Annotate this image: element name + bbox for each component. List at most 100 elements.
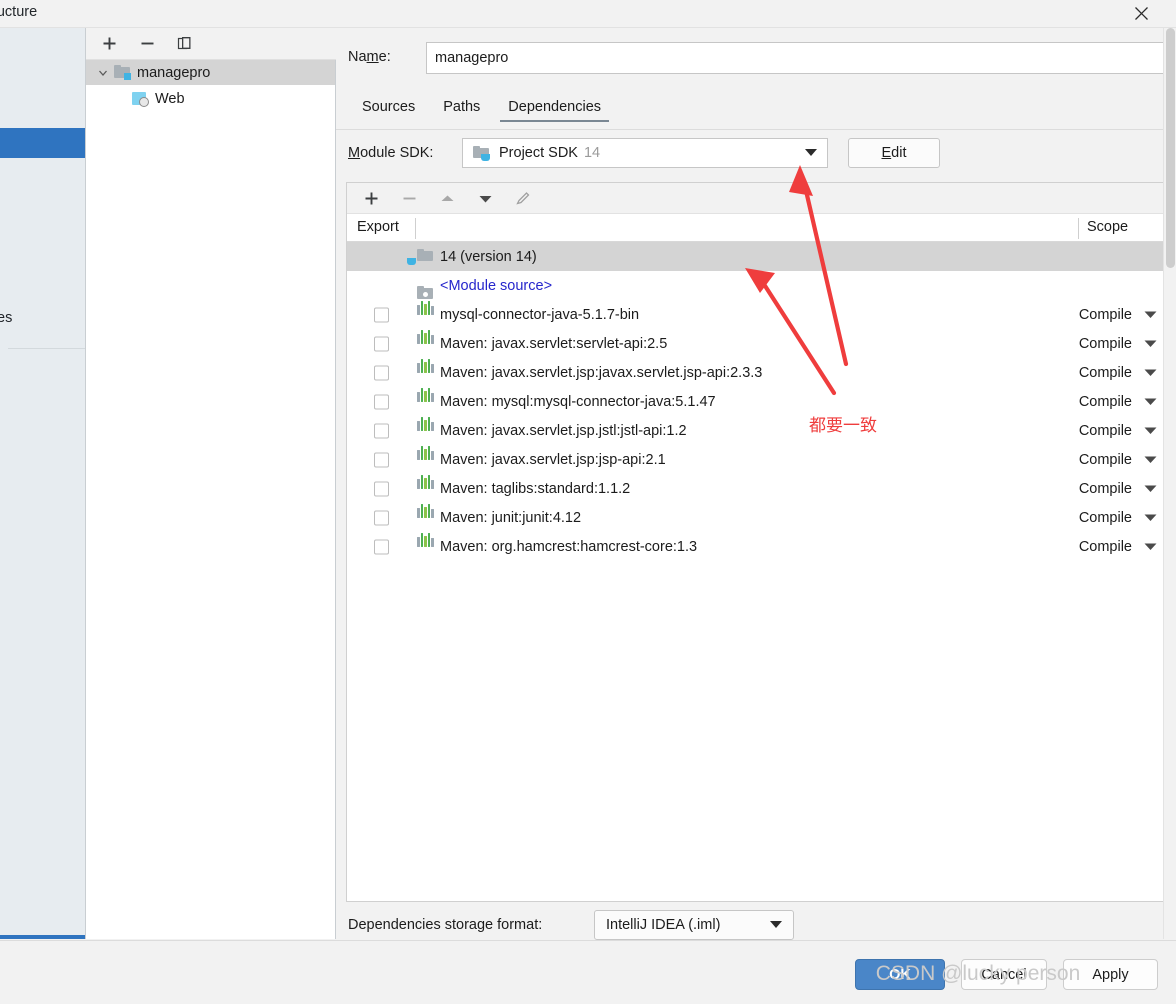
sidebar-item-1-selected[interactable] [0, 128, 85, 158]
scope-dropdown[interactable]: Compile [1079, 539, 1157, 555]
remove-icon[interactable] [398, 187, 420, 209]
move-down-icon[interactable] [474, 187, 496, 209]
storage-format-combo[interactable]: IntelliJ IDEA (.iml) [594, 910, 794, 940]
ok-button[interactable]: OK [855, 959, 945, 990]
settings-category-sidebar[interactable]: ngs tings braries s [0, 28, 86, 939]
sidebar-divider [8, 348, 85, 349]
scope-value: Compile [1078, 364, 1132, 381]
chevron-down-icon[interactable] [804, 145, 818, 161]
chevron-down-icon [1144, 340, 1157, 347]
export-checkbox[interactable] [374, 539, 389, 554]
sdk-icon [473, 145, 491, 161]
scope-dropdown[interactable]: Compile [1079, 452, 1157, 468]
module-tree-panel: managepro Web [86, 28, 347, 939]
column-header-scope[interactable]: Scope [1087, 219, 1128, 235]
module-tabs[interactable]: Sources Paths Dependencies [348, 90, 1174, 122]
window-titlebar: tructure [0, 0, 1176, 28]
chevron-down-icon [1144, 369, 1157, 376]
module-tree-toolbar [86, 28, 347, 60]
dependencies-table: Export Scope 14 (version 14) <Module sou… [346, 182, 1174, 902]
remove-icon[interactable] [136, 33, 158, 55]
table-row[interactable]: Maven: javax.servlet.jsp:javax.servlet.j… [347, 358, 1173, 387]
dependency-name: Maven: mysql:mysql-connector-java:5.1.47 [440, 393, 716, 410]
storage-format-row: Dependencies storage format: IntelliJ ID… [348, 910, 1174, 940]
table-row[interactable]: 14 (version 14) [347, 242, 1173, 271]
scope-value: Compile [1078, 451, 1132, 468]
add-icon[interactable] [98, 33, 120, 55]
storage-format-label: Dependencies storage format: [348, 917, 543, 933]
scope-dropdown[interactable]: Compile [1079, 365, 1157, 381]
tree-node-managepro[interactable]: managepro [86, 60, 335, 85]
export-checkbox[interactable] [374, 481, 389, 496]
tree-node-label: managepro [137, 64, 211, 81]
move-up-icon[interactable] [436, 187, 458, 209]
chevron-down-icon [1144, 485, 1157, 492]
export-checkbox[interactable] [374, 452, 389, 467]
export-checkbox[interactable] [374, 365, 389, 380]
chevron-down-icon [1144, 427, 1157, 434]
dependency-name: Maven: javax.servlet.jsp:jsp-api:2.1 [440, 451, 666, 468]
sidebar-item-3[interactable]: braries [0, 310, 12, 326]
tree-node-web[interactable]: Web [86, 86, 335, 111]
edit-pencil-icon[interactable] [512, 187, 534, 209]
edit-sdk-button[interactable]: Edit [848, 138, 940, 168]
chevron-down-icon[interactable] [94, 64, 112, 82]
column-header-export[interactable]: Export [357, 219, 399, 235]
export-checkbox[interactable] [374, 394, 389, 409]
scope-dropdown[interactable]: Compile [1079, 394, 1157, 410]
export-checkbox[interactable] [374, 423, 389, 438]
chevron-down-icon [1144, 514, 1157, 521]
dependency-name: Maven: javax.servlet.jsp:javax.servlet.j… [440, 364, 763, 381]
module-sdk-row: Module SDK: Project SDK 14 Edit [348, 138, 1174, 170]
module-name-label: Name: [348, 49, 391, 65]
chevron-down-icon [1144, 311, 1157, 318]
tree-node-label: Web [155, 90, 185, 107]
tab-sources[interactable]: Sources [348, 92, 429, 122]
scope-dropdown[interactable]: Compile [1079, 510, 1157, 526]
scope-value: Compile [1078, 306, 1132, 323]
sdk-icon [407, 248, 433, 265]
add-icon[interactable] [360, 187, 382, 209]
close-icon[interactable] [1120, 0, 1162, 27]
vertical-scrollbar[interactable] [1163, 28, 1176, 939]
sidebar-bottom-accent [0, 935, 85, 939]
dependency-name: Maven: javax.servlet.jsp.jstl:jstl-api:1… [440, 422, 687, 439]
scope-value: Compile [1078, 480, 1132, 497]
dependency-name: Maven: taglibs:standard:1.1.2 [440, 480, 631, 497]
table-row[interactable]: Maven: javax.servlet:servlet-api:2.5 Com… [347, 329, 1173, 358]
module-sdk-combo[interactable]: Project SDK 14 [462, 138, 828, 168]
table-row[interactable]: Maven: mysql:mysql-connector-java:5.1.47… [347, 387, 1173, 416]
window-title: tructure [0, 4, 38, 20]
module-name-row: Name: [348, 42, 1174, 75]
dependency-name: Maven: org.hamcrest:hamcrest-core:1.3 [440, 538, 698, 555]
table-row[interactable]: <Module source> [347, 271, 1173, 300]
chevron-down-icon [1144, 456, 1157, 463]
chevron-down-icon [1144, 398, 1157, 405]
scope-dropdown[interactable]: Compile [1079, 307, 1157, 323]
dependencies-toolbar [347, 183, 1173, 214]
module-name-input[interactable] [426, 42, 1166, 74]
export-checkbox[interactable] [374, 510, 389, 525]
export-checkbox[interactable] [374, 336, 389, 351]
dependency-name: mysql-connector-java-5.1.7-bin [440, 306, 640, 323]
table-row[interactable]: Maven: org.hamcrest:hamcrest-core:1.3 Co… [347, 532, 1173, 561]
table-row[interactable]: mysql-connector-java-5.1.7-bin Compile [347, 300, 1173, 329]
scope-dropdown[interactable]: Compile [1079, 423, 1157, 439]
chevron-down-icon[interactable] [769, 917, 783, 933]
table-row[interactable]: Maven: taglibs:standard:1.1.2 Compile [347, 474, 1173, 503]
scope-value: Compile [1078, 335, 1132, 352]
cancel-button[interactable]: Cancel [961, 959, 1047, 990]
table-row[interactable]: Maven: javax.servlet.jsp:jsp-api:2.1 Com… [347, 445, 1173, 474]
tab-dependencies[interactable]: Dependencies [494, 92, 615, 122]
apply-button[interactable]: Apply [1063, 959, 1158, 990]
table-row[interactable]: Maven: junit:junit:4.12 Compile [347, 503, 1173, 532]
dependency-name: 14 (version 14) [440, 248, 537, 265]
scrollbar-thumb[interactable] [1166, 28, 1175, 268]
tabs-divider [336, 129, 1176, 130]
copy-icon[interactable] [174, 33, 196, 55]
export-checkbox[interactable] [374, 307, 389, 322]
scope-dropdown[interactable]: Compile [1079, 481, 1157, 497]
table-row[interactable]: Maven: javax.servlet.jsp.jstl:jstl-api:1… [347, 416, 1173, 445]
scope-dropdown[interactable]: Compile [1079, 336, 1157, 352]
tab-paths[interactable]: Paths [429, 92, 494, 122]
